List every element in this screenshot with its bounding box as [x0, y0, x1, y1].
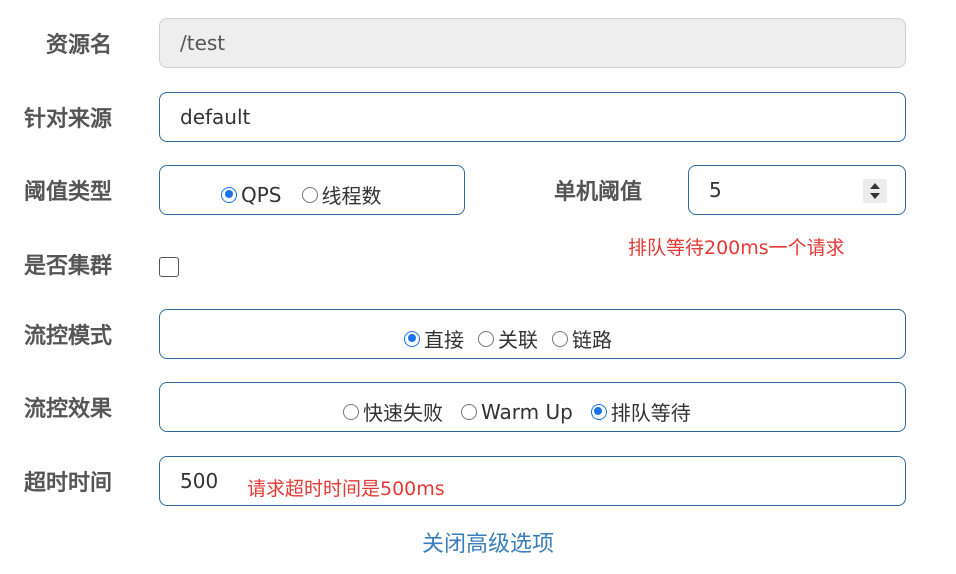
cluster-label: 是否集群	[23, 254, 112, 279]
thread-count-radio-label: 线程数	[321, 184, 382, 208]
flow-effect-queue-option[interactable]: 排队等待	[590, 397, 691, 426]
resource-name-value: /test	[180, 31, 226, 55]
flow-mode-associated-option[interactable]: 关联	[478, 324, 538, 353]
spinner-up-down-icon	[870, 183, 880, 199]
timeout-annotation: 请求超时时间是500ms	[247, 478, 445, 500]
direct-radio-label: 直接	[424, 328, 464, 352]
associated-radio[interactable]	[478, 330, 494, 347]
flow-effect-label: 流控效果	[23, 397, 112, 422]
timeout-value: 500	[180, 469, 219, 493]
timeout-label: 超时时间	[23, 471, 112, 496]
close-advanced-options-link[interactable]: 关闭高级选项	[0, 530, 956, 560]
flow-mode-group: 直接 关联 链路	[159, 309, 906, 359]
thread-count-radio[interactable]	[301, 186, 318, 203]
queue-annotation: 排队等待200ms一个请求	[628, 237, 845, 259]
warm-up-radio[interactable]	[461, 403, 477, 420]
flow-mode-chain-option[interactable]: 链路	[552, 324, 612, 353]
fail-fast-radio-label: 快速失败	[363, 401, 443, 425]
single-threshold-input[interactable]: 5	[688, 165, 906, 215]
direct-radio[interactable]	[404, 330, 420, 347]
source-value: default	[180, 105, 251, 129]
queue-radio-label: 排队等待	[610, 401, 691, 425]
qps-radio-label: QPS	[241, 182, 282, 207]
threshold-type-thread-option[interactable]: 线程数	[301, 180, 382, 209]
flow-effect-warm-up-option[interactable]: Warm Up	[461, 400, 573, 424]
threshold-type-qps-option[interactable]: QPS	[221, 183, 282, 207]
threshold-type-group: QPS 线程数	[159, 165, 465, 215]
resource-name-label: 资源名	[45, 33, 112, 58]
chain-radio[interactable]	[552, 330, 568, 347]
chain-radio-label: 链路	[572, 328, 612, 352]
source-input[interactable]: default	[159, 92, 906, 142]
threshold-type-label: 阈值类型	[23, 180, 112, 205]
queue-radio[interactable]	[590, 403, 607, 420]
flow-effect-fail-fast-option[interactable]: 快速失败	[343, 397, 443, 426]
source-label: 针对来源	[23, 107, 112, 132]
qps-radio[interactable]	[221, 186, 237, 203]
warm-up-radio-label: Warm Up	[481, 399, 573, 424]
flow-mode-direct-option[interactable]: 直接	[404, 324, 464, 353]
associated-radio-label: 关联	[498, 328, 538, 352]
resource-name-input[interactable]: /test	[159, 18, 906, 68]
fail-fast-radio[interactable]	[343, 403, 359, 420]
flow-effect-group: 快速失败 Warm Up 排队等待	[159, 382, 906, 432]
cluster-checkbox[interactable]	[159, 257, 179, 277]
single-threshold-label: 单机阈值	[553, 180, 642, 205]
number-spinner[interactable]	[863, 179, 887, 203]
flow-mode-label: 流控模式	[23, 324, 112, 349]
single-threshold-value: 5	[709, 178, 722, 202]
